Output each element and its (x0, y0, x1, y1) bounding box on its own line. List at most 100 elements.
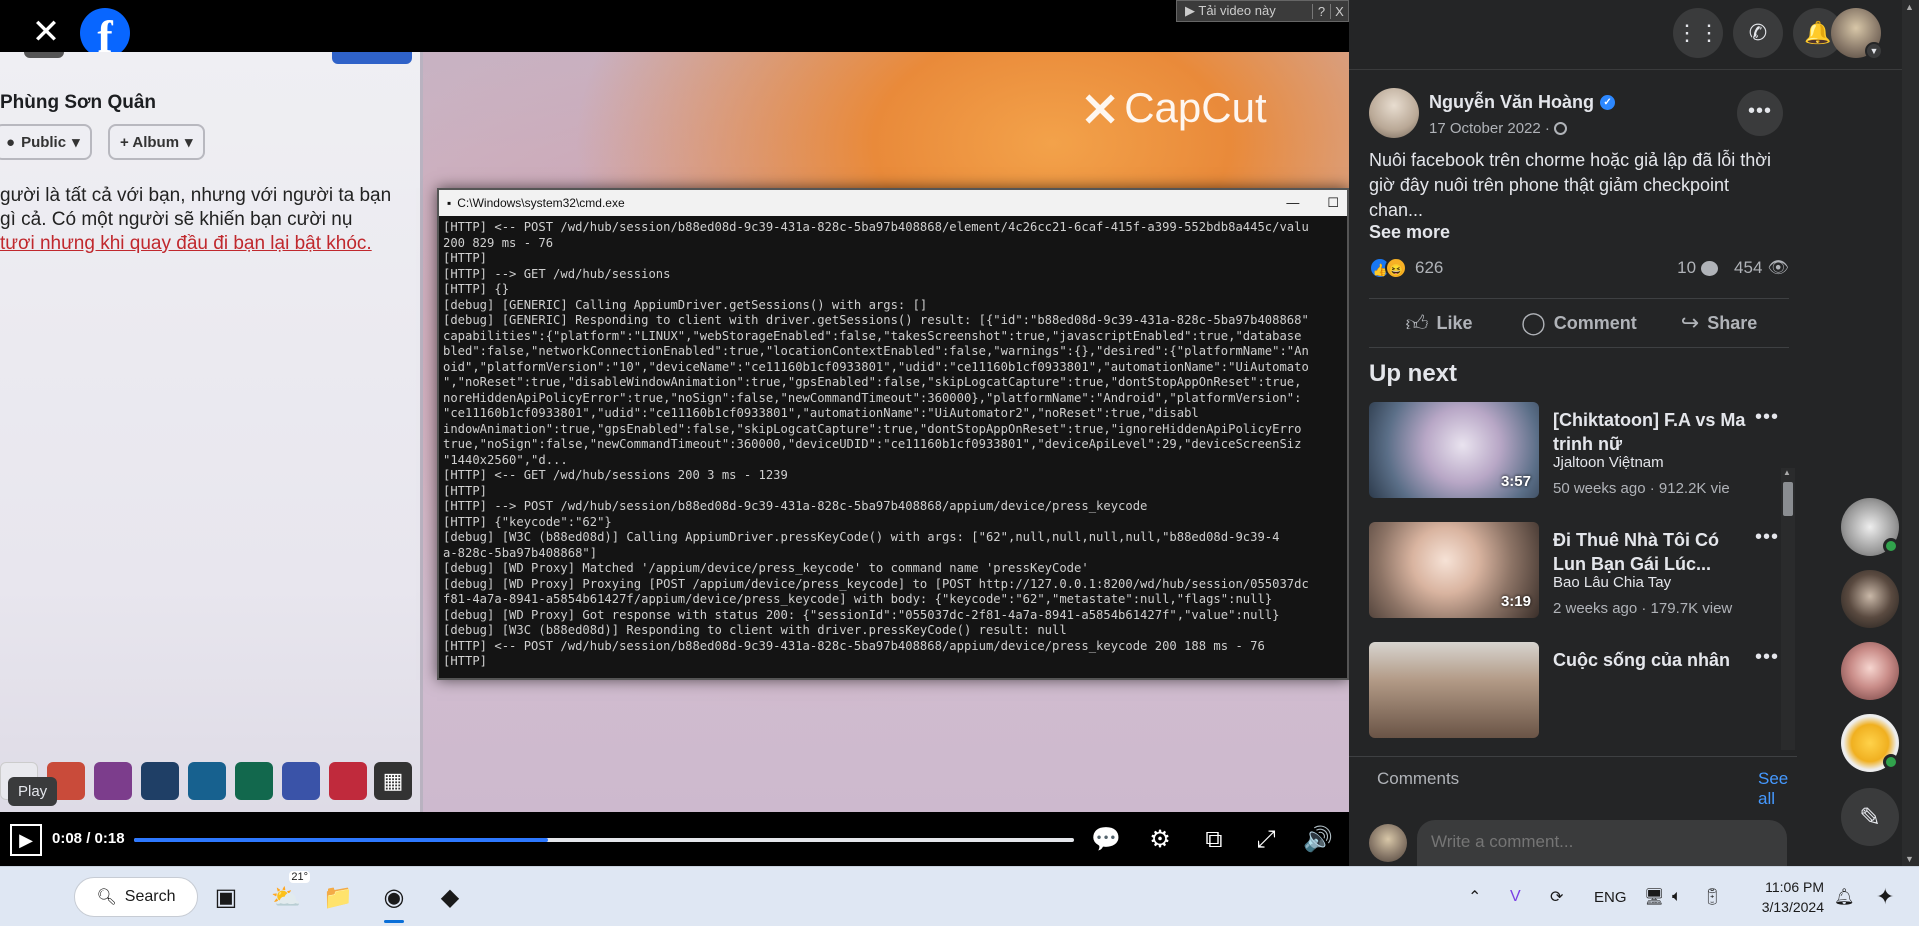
post-date-text[interactable]: 17 October 2022 · (1429, 120, 1550, 137)
up-next-item[interactable]: 3:19 Đi Thuê Nhà Tôi Có Lun Bạn Gái Lúc.… (1369, 522, 1789, 622)
video-meta: 50 weeks ago · 912.2K vie (1553, 480, 1730, 497)
video-channel[interactable]: Bao Lâu Chia Tay (1553, 574, 1671, 591)
cmd-line: [debug] [WD Proxy] Matched '/appium/devi… (443, 561, 1089, 575)
scroll-up-icon[interactable]: ▲ (1783, 468, 1791, 477)
search-label: Search (124, 888, 176, 905)
capcut-watermark: ⨯ CapCut (1080, 80, 1267, 136)
task-view-icon[interactable]: ▣ (206, 877, 246, 917)
page-scrollbar[interactable]: ▲ ▼ (1902, 0, 1919, 866)
windows-start-icon[interactable] (26, 882, 56, 912)
video-more-icon[interactable]: ••• (1755, 526, 1779, 549)
video-post-button (332, 52, 412, 64)
contact-avatar[interactable] (1841, 714, 1899, 772)
album-chip: + Album ▾ (108, 124, 205, 160)
video-text-line: tươi nhưng khi quay đầu đi bạn lại bật k… (0, 233, 372, 254)
scroll-up-icon[interactable]: ▲ (1905, 2, 1914, 12)
taskbar-search[interactable]: 🔍︎ Search (74, 877, 198, 917)
contact-avatar[interactable] (1841, 570, 1899, 628)
contact-avatar[interactable] (1841, 642, 1899, 700)
picture-in-picture-icon[interactable]: ⧉ (1198, 824, 1230, 856)
cmd-line: [debug] [GENERIC] Responding to client w… (443, 313, 1309, 327)
download-help-button[interactable]: ? (1312, 3, 1330, 19)
up-next-item[interactable]: Cuộc sống của nhân ••• (1369, 642, 1789, 742)
video-duration: 3:19 (1500, 593, 1531, 610)
see-all-comments-link[interactable]: See all (1758, 769, 1797, 809)
notification-bell-icon[interactable]: 🔔︎ (1834, 877, 1854, 917)
commenter-avatar[interactable] (1369, 824, 1407, 862)
play-button[interactable]: ▶ (10, 824, 42, 856)
share-button[interactable]: ↪ Share (1649, 299, 1789, 347)
cmd-title: C:\Windows\system32\cmd.exe (457, 196, 625, 210)
cmd-line: [HTTP] <-- POST /wd/hub/session/b88ed08d… (443, 220, 1309, 234)
cmd-line: bled":false,"networkConnectionEnabled":t… (443, 344, 1309, 358)
video-thumbnail[interactable]: 3:57 (1369, 402, 1539, 498)
post-author-name[interactable]: Nguyễn Văn Hoàng (1429, 92, 1594, 113)
author-avatar[interactable] (1369, 88, 1419, 138)
reaction-count[interactable]: 626 (1415, 258, 1443, 278)
haha-reaction-icon[interactable]: 😆 (1385, 257, 1407, 279)
contact-avatar[interactable] (1841, 498, 1899, 556)
messenger-icon[interactable]: ✆ (1733, 8, 1783, 58)
facebook-logo[interactable]: f (80, 8, 130, 62)
like-button[interactable]: 👍︎ Like (1369, 299, 1509, 347)
network-icon[interactable]: 🖥︎ (1644, 877, 1664, 917)
cmd-line: "1440x2560","d... (443, 452, 568, 467)
app-root: ✕ f ▶ Tải video này ? X Phùng Sơn Quân ●… (0, 0, 1919, 926)
video-frame[interactable]: Phùng Sơn Quân ● Public ▾ + Album ▾ gười… (0, 52, 1349, 812)
video-channel[interactable]: Jjaltoon Việtnam (1553, 454, 1664, 471)
volume-icon[interactable]: 🔈︎ (1672, 877, 1682, 917)
settings-gear-icon[interactable]: ⚙ (1144, 824, 1176, 856)
up-next-scrollbar[interactable]: ▲ (1781, 468, 1795, 750)
comment-input[interactable] (1431, 832, 1771, 852)
captions-icon[interactable]: 💬 (1090, 824, 1122, 856)
taskbar-clock[interactable]: 11:06 PM 3/13/2024 (1744, 877, 1824, 917)
scroll-down-icon[interactable]: ▼ (1905, 854, 1914, 864)
see-more-link[interactable]: See more (1369, 222, 1450, 243)
video-thumbnail[interactable] (1369, 642, 1539, 738)
scrollbar-thumb[interactable] (1783, 482, 1793, 516)
chrome-icon[interactable]: ◉ (374, 877, 414, 923)
account-avatar[interactable]: ▼ (1831, 8, 1883, 60)
download-video-label[interactable]: ▶ Tải video này (1177, 3, 1312, 19)
volume-icon[interactable]: 🔊 (1302, 824, 1334, 856)
file-explorer-icon[interactable]: 📁 (318, 877, 358, 917)
sync-icon[interactable]: ⟳ (1550, 877, 1563, 917)
post-author-link[interactable]: Nguyễn Văn Hoàng ✓ (1429, 92, 1616, 113)
video-title[interactable]: [Chiktatoon] F.A vs Ma trinh nữ (1553, 408, 1753, 456)
grid-menu-icon[interactable]: ⋮⋮ (1673, 8, 1723, 58)
cmd-line: [HTTP] <-- POST /wd/hub/session/b88ed08d… (443, 638, 1265, 653)
vivaldi-icon[interactable]: V (1510, 877, 1521, 917)
video-title[interactable]: Đi Thuê Nhà Tôi Có Lun Bạn Gái Lúc... (1553, 528, 1753, 576)
cmd-line: [HTTP] <-- GET /wd/hub/sessions 200 3 ms… (443, 468, 788, 482)
battery-icon[interactable]: 🔋︎ (1702, 877, 1722, 917)
play-tooltip: Play (8, 777, 58, 806)
tray-chevron-icon[interactable]: ⌃ (1468, 877, 1481, 917)
app-diamond-icon[interactable]: ◆ (430, 877, 470, 917)
post-more-button[interactable]: ••• (1737, 90, 1783, 136)
video-thumbnail[interactable]: 3:19 (1369, 522, 1539, 618)
copilot-icon[interactable]: ✦ (1876, 877, 1894, 917)
post-actions: 👍︎ Like ◯ Comment ↪ Share (1369, 298, 1789, 348)
cmd-line: a-828c-5ba97b408868"] (443, 545, 598, 560)
video-time: 0:08 / 0:18 (52, 830, 125, 847)
download-close-button[interactable]: X (1330, 3, 1348, 19)
download-video-bar[interactable]: ▶ Tải video này ? X (1176, 0, 1349, 22)
up-next-item[interactable]: 3:57 [Chiktatoon] F.A vs Ma trinh nữ Jja… (1369, 402, 1789, 502)
comment-count-stat[interactable]: 10 (1677, 258, 1719, 278)
video-more-icon[interactable]: ••• (1755, 646, 1779, 669)
grid-icon: ▦ (374, 762, 412, 800)
fullscreen-icon[interactable]: ⤢ (1250, 824, 1282, 856)
comment-button[interactable]: ◯ Comment (1509, 299, 1649, 347)
new-message-icon[interactable]: ✎ (1841, 788, 1899, 846)
video-text-line: gười là tất cả với bạn, nhưng với người … (0, 185, 392, 206)
weather-icon[interactable]: ⛅ 21° (266, 871, 310, 917)
video-player[interactable]: ✕ f ▶ Tải video này ? X Phùng Sơn Quân ●… (0, 0, 1349, 866)
album-chip-label: + Album (120, 133, 180, 151)
cmd-titlebar: ▪ C:\Windows\system32\cmd.exe — ☐ (439, 190, 1347, 216)
chevron-down-icon: ▾ (185, 134, 193, 151)
close-icon[interactable]: ✕ (26, 14, 66, 54)
video-title[interactable]: Cuộc sống của nhân (1553, 648, 1753, 672)
language-indicator[interactable]: ENG (1594, 877, 1627, 917)
video-progress-track[interactable] (134, 838, 1074, 842)
video-more-icon[interactable]: ••• (1755, 406, 1779, 429)
